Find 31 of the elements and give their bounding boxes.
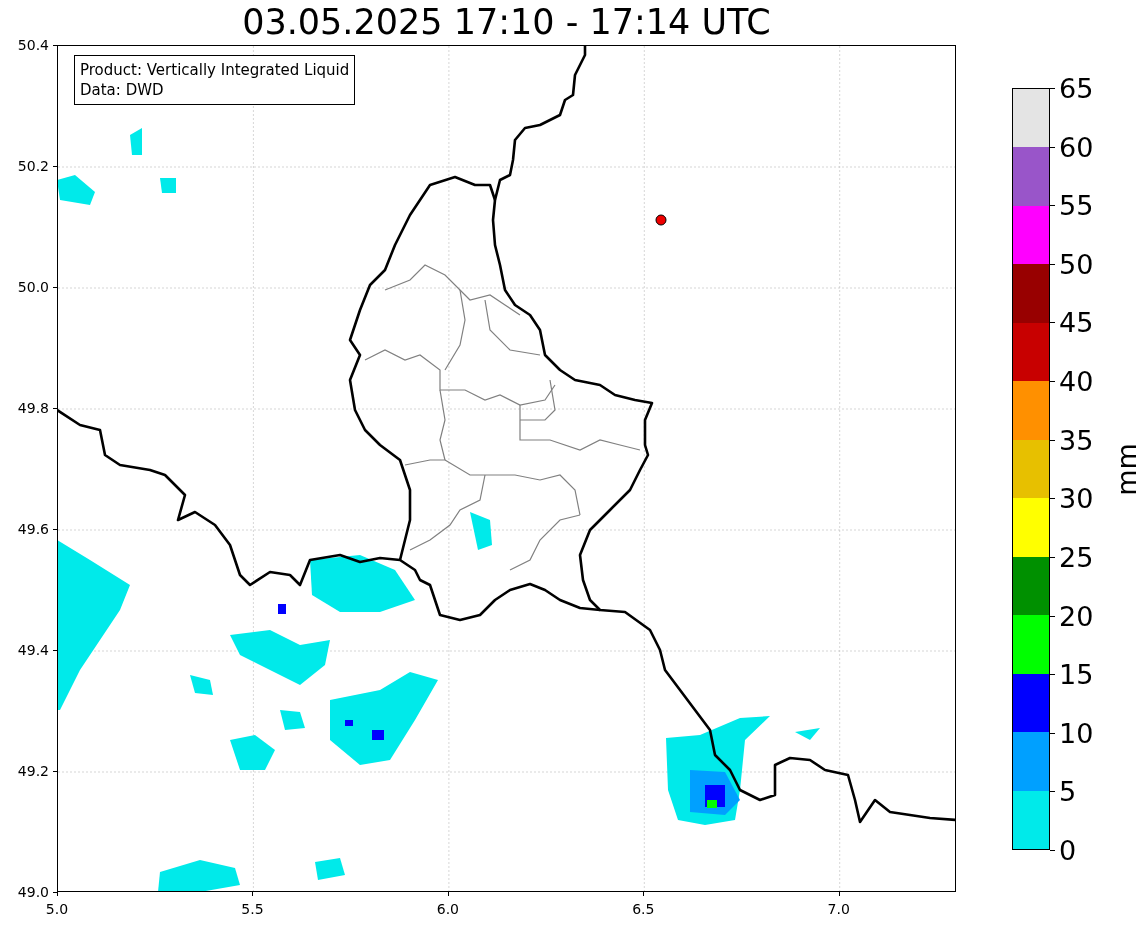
- colorbar-tick-label: 35: [1059, 426, 1094, 454]
- y-tick-label: 49.8: [17, 400, 49, 416]
- y-tick-label: 50.2: [17, 158, 49, 174]
- colorbar-tick-label: 55: [1059, 191, 1094, 219]
- colorbar-tick-label: 60: [1059, 133, 1094, 161]
- chart-title: 03.05.2025 17:10 - 17:14 UTC: [242, 5, 771, 40]
- y-tick-label: 49.2: [17, 763, 49, 779]
- x-tick-label: 5.5: [241, 901, 264, 917]
- y-tick-label: 49.0: [17, 884, 49, 900]
- colorbar-tick-label: 50: [1059, 250, 1094, 278]
- y-tick-label: 49.4: [17, 642, 49, 658]
- y-tick-label: 50.4: [17, 37, 49, 53]
- legend-text: Data: DWD: [80, 80, 165, 100]
- colorbar-tick-label: 65: [1059, 74, 1094, 102]
- colorbar-tick-label: 45: [1059, 308, 1094, 336]
- colorbar-unit-label: mm: [1110, 442, 1138, 496]
- colorbar-tick-label: 25: [1059, 543, 1094, 571]
- x-tick-label: 6.5: [632, 901, 655, 917]
- y-tick-label: 50.0: [17, 279, 49, 295]
- colorbar-tick-label: 10: [1059, 719, 1094, 747]
- colorbar-tick-label: 5: [1059, 777, 1077, 805]
- x-tick-label: 6.0: [436, 901, 459, 917]
- colorbar-tick-label: 40: [1059, 367, 1094, 395]
- legend-text: Product: Vertically Integrated Liquid: [80, 60, 350, 80]
- colorbar-tick-label: 0: [1059, 836, 1077, 864]
- colorbar-tick-label: 20: [1059, 602, 1094, 630]
- y-tick-label: 49.6: [17, 521, 49, 537]
- x-tick-label: 5.0: [45, 901, 69, 917]
- colorbar-tick-label: 30: [1059, 484, 1094, 512]
- x-tick-label: 7.0: [827, 901, 850, 917]
- colorbar-tick-label: 15: [1059, 660, 1094, 688]
